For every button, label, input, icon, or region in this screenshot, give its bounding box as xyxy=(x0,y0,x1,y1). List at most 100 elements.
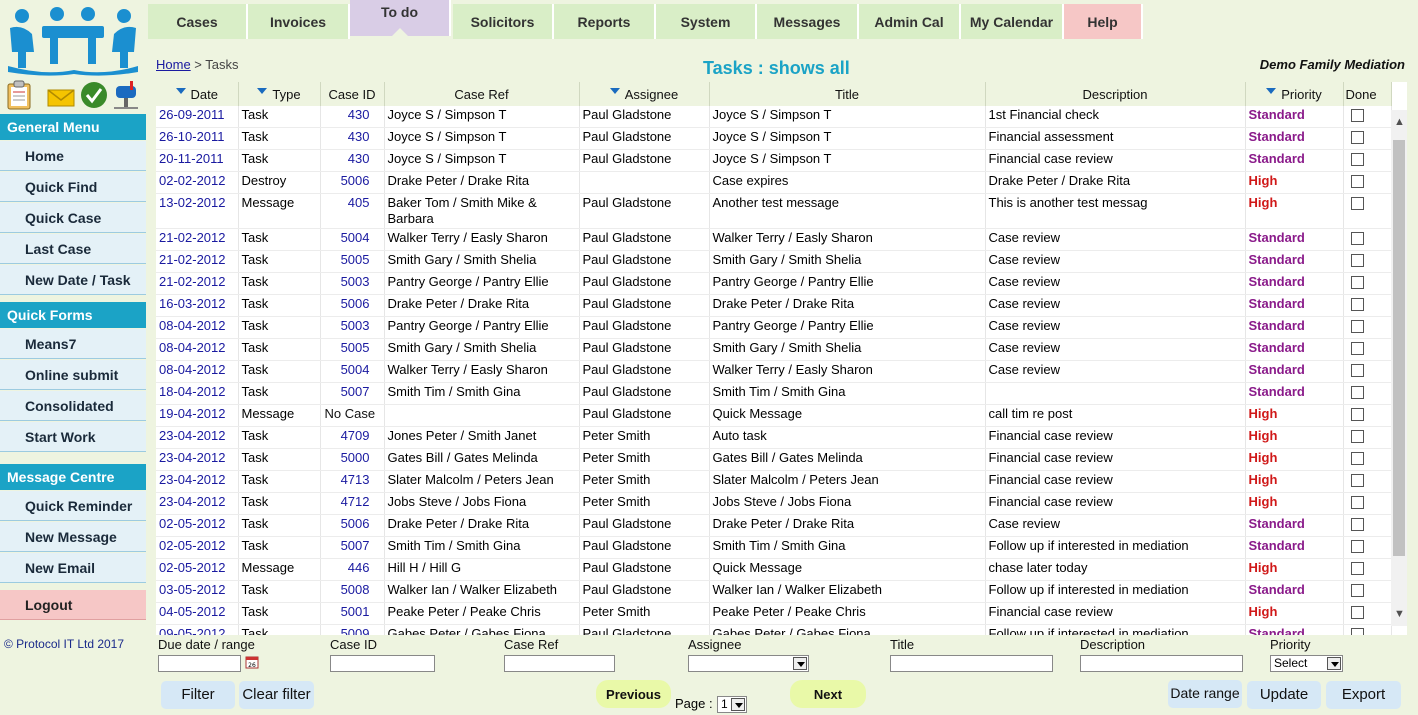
cell-case-id[interactable]: 5006 xyxy=(320,171,385,194)
cell-case-id[interactable]: No Case xyxy=(320,404,385,427)
cell-date[interactable]: 21-02-2012 xyxy=(156,228,239,251)
tab-help[interactable]: Help xyxy=(1064,4,1143,39)
sidebar-item-online-submit[interactable]: Online submit xyxy=(0,360,146,390)
done-checkbox[interactable] xyxy=(1350,197,1364,210)
table-row[interactable]: 02-05-2012 Task 5007 Smith Tim / Smith Gina… xyxy=(156,536,1392,559)
export-button[interactable]: Export xyxy=(1326,681,1401,709)
done-checkbox[interactable] xyxy=(1350,320,1364,333)
done-checkbox[interactable] xyxy=(1350,386,1364,399)
column-header-assignee[interactable]: Assignee xyxy=(579,82,710,106)
cell-case-id[interactable]: 5006 xyxy=(320,294,385,317)
cell-date[interactable]: 08-04-2012 xyxy=(156,338,239,361)
column-header-title[interactable]: Title xyxy=(709,82,986,106)
table-row[interactable]: 02-05-2012 Message 446 Hill H / Hill G Paul … xyxy=(156,558,1392,581)
cell-date[interactable]: 23-04-2012 xyxy=(156,448,239,471)
done-checkbox[interactable] xyxy=(1350,153,1364,166)
table-row[interactable]: 03-05-2012 Task 5008 Walker Ian / Walker El… xyxy=(156,580,1392,603)
sidebar-item-quick-reminder[interactable]: Quick Reminder xyxy=(0,491,146,521)
table-row[interactable]: 21-02-2012 Task 5005 Smith Gary / Smith She… xyxy=(156,250,1392,273)
cell-case-id[interactable]: 5008 xyxy=(320,580,385,603)
table-row[interactable]: 26-09-2011 Task 430 Joyce S / Simpson T Paul… xyxy=(156,106,1392,128)
cell-case-id[interactable]: 446 xyxy=(320,558,385,581)
tab-messages[interactable]: Messages xyxy=(757,4,859,39)
envelope-icon[interactable] xyxy=(46,80,75,110)
sidebar-item-new-message[interactable]: New Message xyxy=(0,522,146,552)
scroll-up-icon[interactable]: ▲ xyxy=(1394,116,1405,128)
cell-case-id[interactable]: 5006 xyxy=(320,514,385,537)
done-checkbox[interactable] xyxy=(1350,474,1364,487)
column-header-priority[interactable]: Priority xyxy=(1245,82,1344,106)
vertical-scrollbar[interactable]: ▲ ▼ xyxy=(1391,110,1407,626)
done-checkbox[interactable] xyxy=(1350,628,1364,635)
table-row[interactable]: 23-04-2012 Task 4713 Slater Malcolm / Peter… xyxy=(156,470,1392,493)
filter-button[interactable]: Filter xyxy=(161,681,235,709)
cell-date[interactable]: 08-04-2012 xyxy=(156,316,239,339)
cell-date[interactable]: 21-02-2012 xyxy=(156,250,239,273)
table-row[interactable]: 02-05-2012 Task 5006 Drake Peter / Drake Ri… xyxy=(156,514,1392,537)
cell-date[interactable]: 02-05-2012 xyxy=(156,514,239,537)
cell-date[interactable]: 23-04-2012 xyxy=(156,492,239,515)
cell-date[interactable]: 16-03-2012 xyxy=(156,294,239,317)
cell-date[interactable]: 02-05-2012 xyxy=(156,558,239,581)
sidebar-item-new-email[interactable]: New Email xyxy=(0,553,146,583)
done-checkbox[interactable] xyxy=(1350,342,1364,355)
done-checkbox[interactable] xyxy=(1350,408,1364,421)
cell-date[interactable]: 13-02-2012 xyxy=(156,193,239,229)
cell-date[interactable]: 20-11-2011 xyxy=(156,149,239,172)
cell-case-id[interactable]: 5005 xyxy=(320,338,385,361)
cell-case-id[interactable]: 5000 xyxy=(320,448,385,471)
tab-invoices[interactable]: Invoices xyxy=(248,4,350,39)
done-checkbox[interactable] xyxy=(1350,584,1364,597)
cell-date[interactable]: 21-02-2012 xyxy=(156,272,239,295)
cell-case-id[interactable]: 5009 xyxy=(320,624,385,635)
sidebar-item-last-case[interactable]: Last Case xyxy=(0,234,146,264)
mailbox-icon[interactable] xyxy=(112,80,140,110)
case-id-filter-input[interactable] xyxy=(330,655,435,672)
table-row[interactable]: 04-05-2012 Task 5001 Peake Peter / Peake Ch… xyxy=(156,602,1392,625)
table-row[interactable]: 23-04-2012 Task 4712 Jobs Steve / Jobs Fion… xyxy=(156,492,1392,515)
table-row[interactable]: 13-02-2012 Message 405 Baker Tom / Smith Mi… xyxy=(156,193,1392,229)
tab-solicitors[interactable]: Solicitors xyxy=(453,4,554,39)
priority-filter-select[interactable]: Select xyxy=(1270,655,1343,672)
cell-case-id[interactable]: 5003 xyxy=(320,316,385,339)
done-checkbox[interactable] xyxy=(1350,430,1364,443)
cell-date[interactable]: 26-10-2011 xyxy=(156,127,239,150)
done-checkbox[interactable] xyxy=(1350,496,1364,509)
column-header-date[interactable]: Date xyxy=(156,82,239,106)
cell-date[interactable]: 08-04-2012 xyxy=(156,360,239,383)
table-row[interactable]: 23-04-2012 Task 5000 Gates Bill / Gates Mel… xyxy=(156,448,1392,471)
scroll-down-icon[interactable]: ▼ xyxy=(1394,608,1405,620)
update-button[interactable]: Update xyxy=(1247,681,1321,709)
cell-case-id[interactable]: 5007 xyxy=(320,382,385,405)
cell-date[interactable]: 18-04-2012 xyxy=(156,382,239,405)
cell-case-id[interactable]: 430 xyxy=(320,127,385,150)
sidebar-item-means7[interactable]: Means7 xyxy=(0,329,146,359)
done-checkbox[interactable] xyxy=(1350,232,1364,245)
done-checkbox[interactable] xyxy=(1350,452,1364,465)
cell-date[interactable]: 23-04-2012 xyxy=(156,426,239,449)
clipboard-icon[interactable] xyxy=(6,80,34,110)
tasks-table-container[interactable]: Date Type Case ID Case Ref Assignee Titl… xyxy=(156,82,1407,635)
checkmark-icon[interactable] xyxy=(80,80,108,110)
table-row[interactable]: 21-02-2012 Task 5004 Walker Terry / Easly S… xyxy=(156,228,1392,251)
cell-date[interactable]: 02-02-2012 xyxy=(156,171,239,194)
tab-admin-cal[interactable]: Admin Cal xyxy=(859,4,961,39)
sidebar-item-quick-find[interactable]: Quick Find xyxy=(0,172,146,202)
tab-cases[interactable]: Cases xyxy=(148,4,248,39)
breadcrumb-home-link[interactable]: Home xyxy=(156,57,191,72)
assignee-filter-select[interactable] xyxy=(688,655,809,672)
table-row[interactable]: 21-02-2012 Task 5003 Pantry George / Pantry… xyxy=(156,272,1392,295)
cell-case-id[interactable]: 405 xyxy=(320,193,385,229)
table-row[interactable]: 18-04-2012 Task 5007 Smith Tim / Smith Gina… xyxy=(156,382,1392,405)
table-row[interactable]: 08-04-2012 Task 5004 Walker Terry / Easly S… xyxy=(156,360,1392,383)
cell-date[interactable]: 04-05-2012 xyxy=(156,602,239,625)
tab-to-do[interactable]: To do xyxy=(350,0,451,36)
cell-date[interactable]: 09-05-2012 xyxy=(156,624,239,635)
cell-case-id[interactable]: 5004 xyxy=(320,228,385,251)
cell-case-id[interactable]: 5005 xyxy=(320,250,385,273)
case-ref-filter-input[interactable] xyxy=(504,655,615,672)
title-filter-input[interactable] xyxy=(890,655,1053,672)
cell-case-id[interactable]: 5003 xyxy=(320,272,385,295)
due-date-input[interactable] xyxy=(158,655,241,672)
page-select[interactable]: 1 xyxy=(717,696,747,713)
